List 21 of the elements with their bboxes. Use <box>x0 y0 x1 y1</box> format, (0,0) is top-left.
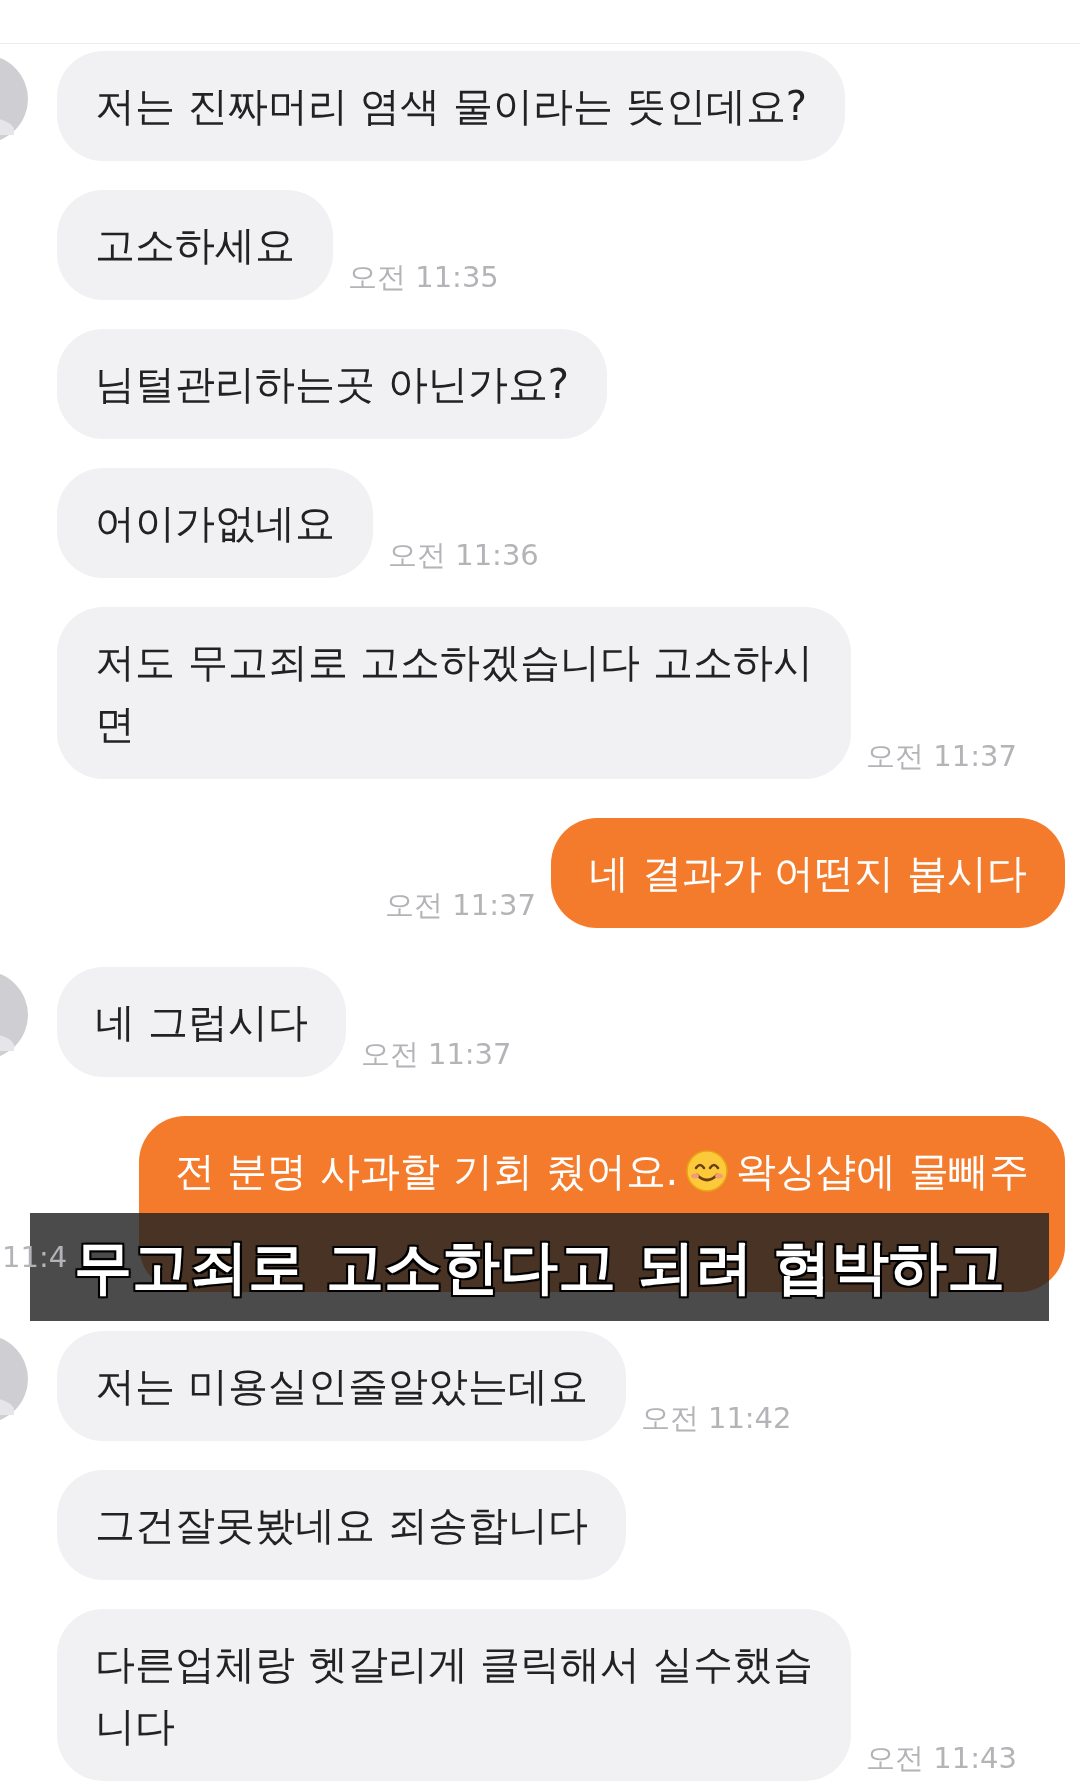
message-time: 오전 11:42 <box>640 1404 792 1433</box>
message-time: 오전 11:43 <box>866 1744 1017 1773</box>
message-time: 오전 11:37 <box>866 742 1017 771</box>
message-time: 오전 11:37 <box>385 891 536 920</box>
message-text: 왁싱샵에 물빼주 <box>736 1147 1029 1196</box>
message-time: 오전 11:35 <box>348 263 499 292</box>
message-text: 전 분명 사과할 기회 줬어요. <box>174 1147 679 1196</box>
message-bubble: 저는 미용실인줄알았는데요 <box>57 1331 626 1441</box>
message-bubble: 님털관리하는곳 아닌가요? <box>57 329 607 439</box>
message-bubble: 고소하세요 <box>57 190 333 300</box>
message-bubble: 다른업체랑 헷갈리게 클릭해서 실수했습 니다 <box>57 1609 852 1781</box>
message-bubble: 저는 진짜머리 염색 물이라는 뜻인데요? <box>57 51 846 161</box>
message-time: 오전 11:37 <box>360 1040 512 1069</box>
subtitle-text: 무고죄로 고소한다고 되려 협박하고 <box>74 1238 1005 1296</box>
smiling-face-emoji-icon <box>686 1150 729 1192</box>
message-time: 오전 11:36 <box>388 541 539 570</box>
message-bubble: 네 그럽시다 <box>57 967 346 1077</box>
message-bubble: 네 결과가 어떤지 봅시다 <box>550 818 1065 928</box>
message-bubble: 그건잘못봤네요 죄송합니다 <box>57 1470 626 1580</box>
message-bubble: 어이가없네요 <box>57 468 373 578</box>
message-bubble: 저도 무고죄로 고소하겠습니다 고소하시 면 <box>57 607 852 779</box>
